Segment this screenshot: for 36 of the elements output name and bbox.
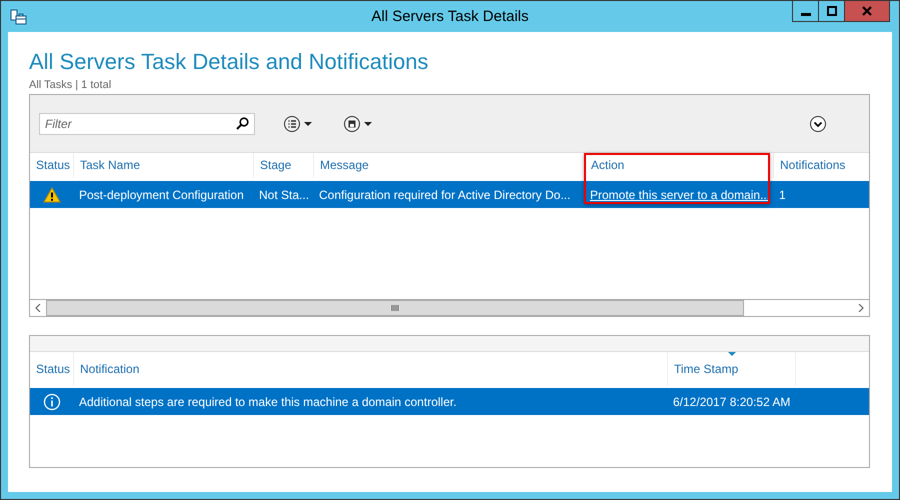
maximize-icon	[826, 6, 836, 16]
warning-icon	[42, 186, 60, 202]
column-header[interactable]: Task Name	[73, 153, 253, 178]
task-row[interactable]: Post-deployment Configuration Not Sta... Configuration required for Active Directory Do... Promote this server to a domain... 1	[30, 181, 869, 208]
search-icon	[236, 116, 249, 130]
horizontal-scrollbar[interactable]	[30, 299, 869, 316]
column-header[interactable]: Time Stamp	[667, 352, 795, 386]
table-cell: Post-deployment Configuration	[79, 188, 244, 202]
server-manager-icon	[10, 8, 28, 24]
minimize-button[interactable]	[792, 1, 819, 22]
column-header[interactable]: Action	[584, 153, 773, 178]
expand-button[interactable]	[809, 114, 827, 132]
task-count: All Tasks | 1 total	[29, 78, 112, 92]
table-cell: Not Sta...	[259, 188, 310, 202]
window-title: All Servers Task Details	[371, 8, 529, 25]
save-button[interactable]	[343, 114, 373, 132]
table-cell: Configuration required for Active Directory Do...	[319, 188, 570, 202]
column-header[interactable]: Message	[313, 153, 584, 178]
column-header[interactable]: Notification	[73, 352, 667, 386]
close-icon	[862, 6, 872, 16]
column-header[interactable]: Status	[30, 352, 73, 386]
table-cell: 6/12/2017 8:20:52 AM	[673, 394, 790, 408]
table-cell: Additional steps are required to make this machine a domain controller.	[79, 394, 457, 408]
info-icon	[42, 392, 60, 410]
filter-field[interactable]: Filter	[39, 112, 255, 134]
list-view-button[interactable]	[283, 114, 313, 132]
scrollbar-thumb[interactable]	[46, 300, 744, 316]
minimize-icon	[800, 13, 810, 16]
column-header[interactable]: Stage	[253, 153, 313, 178]
page-heading: All Servers Task Details and Notifications	[29, 48, 430, 76]
table-cell: 1	[779, 188, 786, 202]
notification-row[interactable]: Additional steps are required to make this machine a domain controller. 6/12/2017 8:20:52 AM	[30, 388, 869, 415]
action-link[interactable]: Promote this server to a domain...	[590, 188, 770, 202]
column-header[interactable]: Status	[30, 153, 73, 178]
close-button[interactable]	[844, 1, 890, 22]
column-header[interactable]: Notifications	[773, 153, 868, 178]
